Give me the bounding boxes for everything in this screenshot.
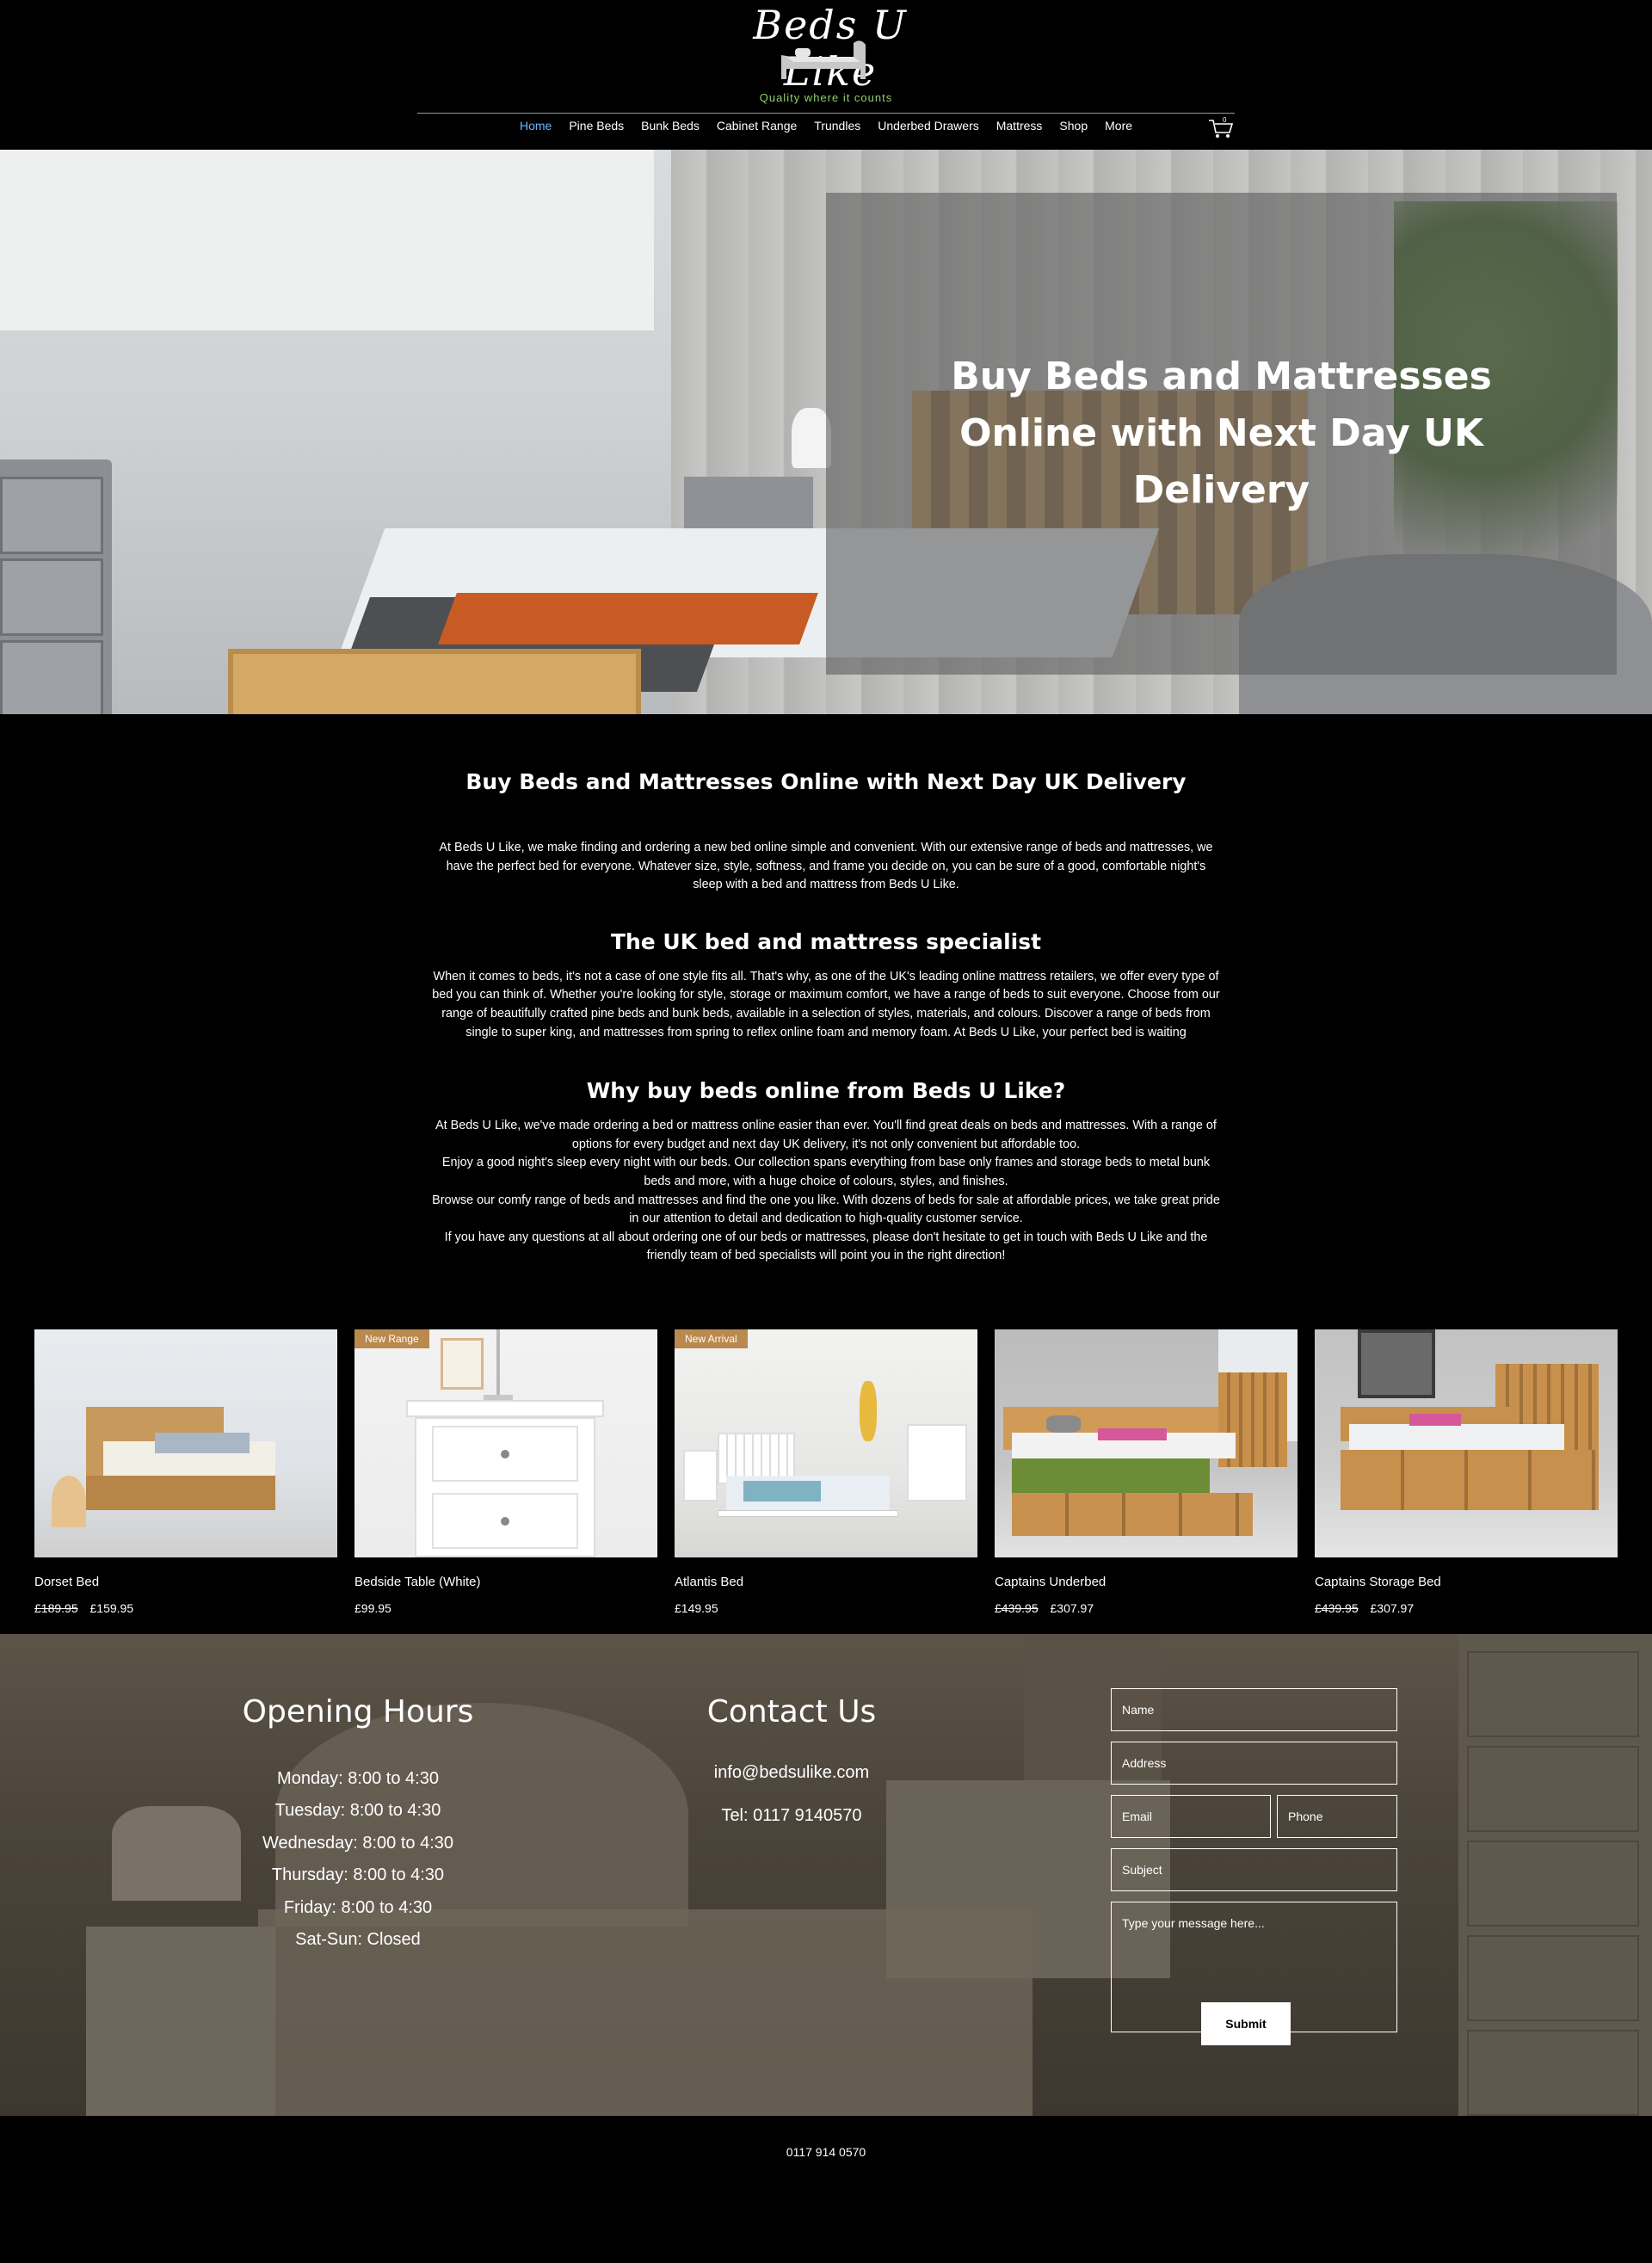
opening-hours-line: Sat-Sun: Closed: [295, 1930, 421, 1950]
product-ribbon: New Arrival: [675, 1329, 748, 1348]
cart-button[interactable]: 0: [1208, 116, 1234, 139]
contact-section: Opening Hours Monday: 8:00 to 4:30 Tuesd…: [0, 1633, 1652, 2116]
nav-item-shop[interactable]: Shop: [1059, 119, 1088, 133]
opening-hours-list: Monday: 8:00 to 4:30 Tuesday: 8:00 to 4:…: [215, 1763, 501, 1957]
intro-heading-2: The UK bed and mattress specialist: [610, 928, 1042, 954]
product-sale-price: £307.97: [1050, 1600, 1094, 1615]
product-image[interactable]: [34, 1329, 337, 1557]
nav-item-trundles[interactable]: Trundles: [814, 119, 860, 133]
product-price: £99.95: [354, 1601, 657, 1615]
bed-logo-icon: [781, 40, 866, 79]
hero-footboard: [228, 649, 641, 714]
name-field[interactable]: [1111, 1687, 1397, 1731]
product-gallery: Dorset Bed £189.95 £159.95 New Range Bed…: [0, 1299, 1652, 1634]
subject-field[interactable]: [1111, 1847, 1397, 1891]
product-name[interactable]: Captains Underbed: [995, 1575, 1298, 1589]
product-name[interactable]: Dorset Bed: [34, 1575, 337, 1589]
nav-item-more[interactable]: More: [1105, 119, 1132, 133]
opening-hours-line: Wednesday: 8:00 to 4:30: [262, 1833, 453, 1853]
product-name[interactable]: Captains Storage Bed: [1315, 1575, 1618, 1589]
shopping-cart-icon: 0: [1209, 116, 1234, 138]
footer-phone: 0117 914 0570: [786, 2144, 866, 2159]
nav-item-underbed-drawers[interactable]: Underbed Drawers: [878, 119, 979, 133]
hero-title: Buy Beds and Mattresses Online with Next…: [951, 355, 1492, 512]
opening-hours-title: Opening Hours: [242, 1693, 474, 1730]
product-image[interactable]: [675, 1329, 977, 1557]
product-image[interactable]: [995, 1329, 1298, 1557]
product-price: £439.95 £307.97: [1315, 1601, 1618, 1615]
contact-bg-drawers: [1458, 1633, 1652, 2116]
intro-paragraph-3b: Enjoy a good night's sleep every night w…: [441, 1156, 1211, 1188]
product-old-price: £189.95: [34, 1600, 78, 1615]
nav-item-home[interactable]: Home: [520, 119, 552, 133]
product-card[interactable]: New Range Bedside Table (White) £99.95: [354, 1329, 657, 1615]
product-ribbon: New Range: [354, 1329, 429, 1348]
product-card[interactable]: Captains Storage Bed £439.95 £307.97: [1315, 1329, 1618, 1615]
product-name[interactable]: Atlantis Bed: [675, 1575, 977, 1589]
contact-title: Contact Us: [706, 1693, 877, 1730]
cart-count: 0: [1223, 117, 1227, 124]
product-old-price: £439.95: [995, 1600, 1039, 1615]
main-nav: Home Pine Beds Bunk Beds Cabinet Range T…: [0, 119, 1652, 133]
opening-hours-line: Monday: 8:00 to 4:30: [277, 1768, 439, 1788]
intro-paragraph-3d: If you have any questions at all about o…: [444, 1230, 1208, 1263]
hero-banner: Buy Beds and Mattresses Online with Next…: [0, 150, 1652, 714]
contact-email-link[interactable]: info@bedsulike.com: [680, 1763, 903, 1783]
logo-tagline: Quality where it counts: [759, 91, 893, 104]
phone-field[interactable]: [1277, 1794, 1397, 1838]
product-sale-price: £307.97: [1370, 1600, 1415, 1615]
product-image[interactable]: [354, 1329, 657, 1557]
hero-dresser: [0, 459, 112, 714]
product-card[interactable]: Captains Underbed £439.95 £307.97: [995, 1329, 1298, 1615]
product-price: £189.95 £159.95: [34, 1601, 337, 1615]
nav-divider: [417, 113, 1235, 114]
product-card[interactable]: New Arrival Atlantis Bed £149.95: [675, 1329, 977, 1615]
intro-section: Buy Beds and Mattresses Online with Next…: [0, 714, 1652, 1300]
address-field[interactable]: [1111, 1741, 1397, 1785]
site-logo[interactable]: Beds U Like Quality where it counts: [714, 0, 938, 110]
product-sale-price: £99.95: [354, 1600, 391, 1615]
contact-phone: Tel: 0117 9140570: [721, 1805, 862, 1825]
submit-button[interactable]: Submit: [1201, 2001, 1291, 2045]
nav-item-cabinet-range[interactable]: Cabinet Range: [717, 119, 797, 133]
opening-hours-line: Tuesday: 8:00 to 4:30: [274, 1801, 441, 1821]
nav-item-mattress[interactable]: Mattress: [996, 119, 1043, 133]
hero-throw: [438, 593, 818, 644]
opening-hours-line: Friday: 8:00 to 4:30: [283, 1897, 433, 1917]
nav-item-pine-beds[interactable]: Pine Beds: [569, 119, 624, 133]
product-sale-price: £159.95: [89, 1600, 134, 1615]
hero-background-wall: [0, 150, 654, 330]
site-footer: 0117 914 0570: [0, 2115, 1652, 2188]
intro-paragraph-3a: At Beds U Like, we've made ordering a be…: [435, 1119, 1217, 1151]
intro-heading-3: Why buy beds online from Beds U Like?: [586, 1078, 1066, 1104]
email-field[interactable]: [1111, 1794, 1271, 1838]
site-header: Beds U Like Quality where it counts Home…: [0, 0, 1652, 150]
hero-overlay-panel: Buy Beds and Mattresses Online with Next…: [826, 193, 1617, 675]
product-price: £149.95: [675, 1601, 977, 1615]
product-name[interactable]: Bedside Table (White): [354, 1575, 657, 1589]
product-card[interactable]: Dorset Bed £189.95 £159.95: [34, 1329, 337, 1615]
intro-paragraph-3c: Browse our comfy range of beds and mattr…: [432, 1193, 1220, 1226]
product-price: £439.95 £307.97: [995, 1601, 1298, 1615]
product-image[interactable]: [1315, 1329, 1618, 1557]
product-sale-price: £149.95: [675, 1600, 718, 1615]
intro-paragraph-1: At Beds U Like, we make finding and orde…: [439, 841, 1213, 892]
intro-heading-1: Buy Beds and Mattresses Online with Next…: [465, 769, 1187, 794]
nav-item-bunk-beds[interactable]: Bunk Beds: [641, 119, 700, 133]
intro-paragraph-2: When it comes to beds, it's not a case o…: [432, 969, 1220, 1039]
product-old-price: £439.95: [1315, 1600, 1359, 1615]
opening-hours-line: Thursday: 8:00 to 4:30: [271, 1865, 445, 1885]
